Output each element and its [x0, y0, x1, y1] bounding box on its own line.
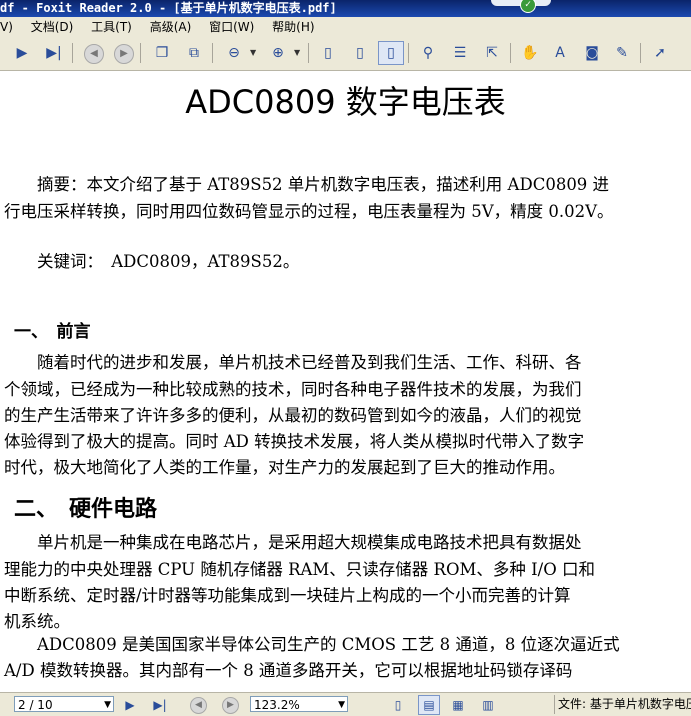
toolbar-separator: [510, 43, 511, 63]
zoom-out-dropdown-icon[interactable]: ▼: [250, 41, 260, 65]
paragraph-line: ADC0809 是美国国家半导体公司生产的 CMOS 工艺 8 通道，8 位逐次…: [4, 635, 620, 654]
single-page-view-icon[interactable]: ▯: [388, 695, 408, 715]
toolbar-separator: [640, 43, 641, 63]
export-icon[interactable]: ⇱: [480, 41, 504, 65]
document-page: ADC0809 数字电压表 摘要：本文介绍了基于 AT89S52 单片机数字电压…: [0, 71, 691, 689]
menu-window[interactable]: 窗口(W): [209, 17, 254, 37]
paragraph-line: A/D 模数转换器。其内部有一个 8 通道多路开关，它可以根据地址码锁存译码: [4, 661, 573, 680]
next-page-icon[interactable]: ▶: [120, 695, 140, 715]
select-tool-icon[interactable]: ➚: [648, 41, 672, 65]
window-title: df - Foxit Reader 2.0 - [基于单片机数字电压表.pdf]: [0, 1, 337, 15]
toolbar-separator: [72, 43, 73, 63]
facing-page-icon[interactable]: ▯: [378, 41, 404, 65]
section-heading-hardware: 二、 硬件电路: [14, 497, 158, 522]
check-icon: ✓: [520, 0, 536, 13]
toolbar-separator: [408, 43, 409, 63]
menu-advanced[interactable]: 高级(A): [150, 17, 192, 37]
zoom-out-icon[interactable]: ⊖: [222, 41, 246, 65]
zoom-in-dropdown-icon[interactable]: ▼: [294, 41, 304, 65]
paragraph-line: 随着时代的进步和发展，单片机技术已经普及到我们生活、工作、科研、各: [4, 353, 582, 372]
zoom-value: 123.2%: [254, 698, 300, 712]
section-heading-preface: 一、 前言: [14, 322, 91, 342]
menu-tools[interactable]: 工具(T): [91, 17, 132, 37]
typewriter-icon[interactable]: ✎: [610, 41, 634, 65]
paragraph-line: 个领域，已经成为一种比较成熟的技术，同时各种电子器件技术的发展，为我们: [4, 380, 582, 399]
continuous-page-icon[interactable]: ▯: [348, 41, 372, 65]
zoom-dropdown-icon[interactable]: ▼: [338, 697, 345, 713]
back-icon[interactable]: ◀: [84, 44, 104, 64]
menu-view[interactable]: V): [0, 17, 13, 37]
paragraph-line: 体验得到了极大的提高。同时 AD 转换技术发展，将人类从模拟时代带入了数字: [4, 432, 585, 451]
page-number-field[interactable]: 2 / 10 ▼: [14, 696, 114, 712]
forward-icon[interactable]: ▶: [222, 697, 239, 714]
title-bar: df - Foxit Reader 2.0 - [基于单片机数字电压表.pdf]…: [0, 0, 691, 17]
paragraph-line: 理能力的中央处理器 CPU 随机存储器 RAM、只读存储器 ROM、多种 I/O…: [4, 560, 595, 579]
hand-tool-icon[interactable]: ✋: [518, 41, 542, 65]
paragraph-line: 时代，极大地简化了人类的工作量，对生产力的发展起到了巨大的推动作用。: [4, 458, 565, 477]
single-page-icon[interactable]: ▯: [316, 41, 340, 65]
zoom-field[interactable]: 123.2% ▼: [250, 696, 348, 712]
extract-pages-icon[interactable]: ❐: [150, 41, 174, 65]
find-icon[interactable]: ⚲: [416, 41, 440, 65]
paragraph-line: 的生产生活带来了许许多多的便利，从最初的数码管到如今的液晶，人们的视觉: [4, 406, 582, 425]
forward-icon[interactable]: ▶: [114, 44, 134, 64]
menu-bar: V) 文档(D) 工具(T) 高级(A) 窗口(W) 帮助(H): [0, 17, 691, 37]
status-bar: 2 / 10 ▼ ▶ ▶| ◀ ▶ 123.2% ▼ ▯ ▤ ▦ ▥ 文件: 基…: [0, 692, 691, 716]
back-icon[interactable]: ◀: [190, 697, 207, 714]
abstract-line: 摘要：本文介绍了基于 AT89S52 单片机数字电压表，描述利用 ADC0809…: [4, 175, 610, 194]
bookmarks-icon[interactable]: ☰: [448, 41, 472, 65]
next-page-icon[interactable]: ▶: [10, 41, 34, 65]
menu-help[interactable]: 帮助(H): [272, 17, 314, 37]
file-info: 文件: 基于单片机数字电压表.pdf: [554, 695, 691, 714]
continuous-view-icon[interactable]: ▤: [418, 695, 440, 715]
toolbar-separator: [140, 43, 141, 63]
last-page-icon[interactable]: ▶|: [42, 41, 66, 65]
keywords: 关键词： ADC0809，AT89S52。: [4, 252, 300, 271]
document-title: ADC0809 数字电压表: [185, 83, 506, 121]
text-select-icon[interactable]: A: [548, 41, 572, 65]
snapshot-icon[interactable]: ◙: [580, 41, 604, 65]
abstract-line: 行电压采样转换，同时用四位数码管显示的过程，电压表量程为 5V，精度 0.02V…: [4, 202, 614, 221]
paragraph-line: 单片机是一种集成在电路芯片，是采用超大规模集成电路技术把具有数据处: [4, 533, 582, 552]
last-page-icon[interactable]: ▶|: [150, 695, 170, 715]
facing-view-icon[interactable]: ▦: [448, 695, 468, 715]
paragraph-line: 中断系统、定时器/计时器等功能集成到一块硅片上构成的一个小而完善的计算: [4, 586, 571, 605]
toolbar: ▶ ▶| ◀ ▶ ❐ ⧉ ⊖ ▼ ⊕ ▼ ▯ ▯ ▯ ⚲ ☰ ⇱ ✋ A ◙ ✎…: [0, 37, 691, 71]
copy-pages-icon[interactable]: ⧉: [182, 41, 206, 65]
zoom-in-icon[interactable]: ⊕: [266, 41, 290, 65]
toolbar-separator: [308, 43, 309, 63]
page-number-value: 2 / 10: [18, 698, 53, 712]
menu-document[interactable]: 文档(D): [31, 17, 74, 37]
toolbar-separator: [212, 43, 213, 63]
continuous-facing-view-icon[interactable]: ▥: [478, 695, 498, 715]
page-dropdown-icon[interactable]: ▼: [104, 697, 111, 713]
